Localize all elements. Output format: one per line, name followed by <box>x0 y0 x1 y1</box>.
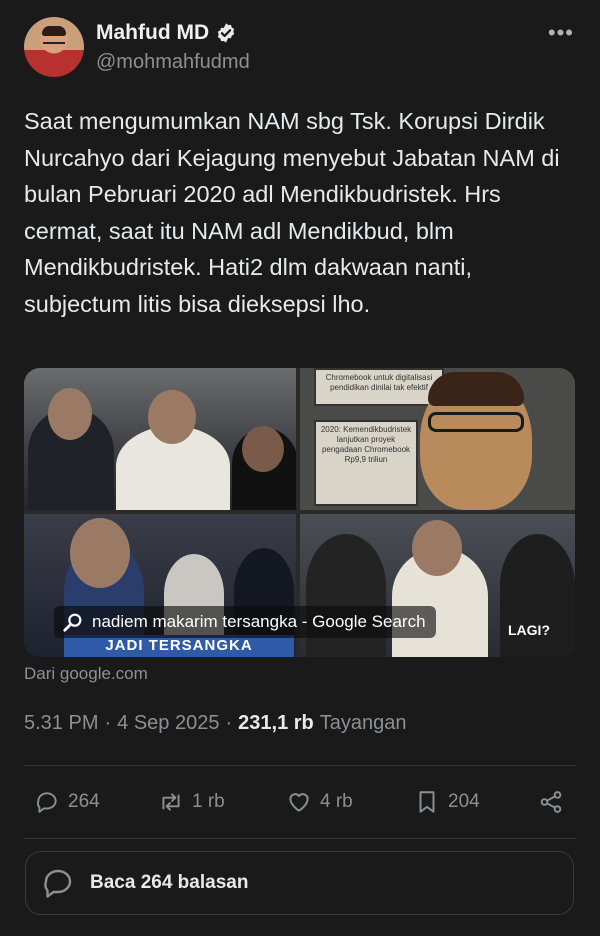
author-avatar[interactable] <box>24 17 84 77</box>
meta-separator: · <box>104 712 112 734</box>
illustrated-face <box>420 372 532 510</box>
repost-icon <box>162 793 180 811</box>
share-button[interactable] <box>538 789 564 815</box>
reply-icon <box>36 792 57 813</box>
search-chip[interactable]: nadiem makarim tersangka - Google Search <box>54 606 436 638</box>
bookmark-count: 204 <box>448 791 480 812</box>
figure <box>306 534 386 657</box>
meta-separator: · <box>225 712 233 734</box>
verified-icon <box>217 23 235 43</box>
link-source[interactable]: Dari google.com <box>24 664 148 684</box>
figure-head <box>70 518 130 588</box>
share-icon <box>540 791 562 813</box>
banner-text: JADI TERSANGKA <box>64 635 294 657</box>
repost-button[interactable]: 1 rb <box>158 789 225 815</box>
figure-head <box>48 388 92 440</box>
like-button[interactable]: 4 rb <box>286 789 353 815</box>
bookmark-button[interactable]: 204 <box>414 789 480 815</box>
figure-head <box>412 520 462 576</box>
author-handle[interactable]: @mohmahfudmd <box>96 51 250 74</box>
doc-card-top: Chromebook untuk digitalisasi pendidikan… <box>314 368 444 406</box>
repost-count: 1 rb <box>192 791 225 812</box>
tweet-text: Saat mengumumkan NAM sbg Tsk. Korupsi Di… <box>24 108 560 317</box>
views-count[interactable]: 231,1 rb <box>238 712 314 735</box>
illustrated-glasses <box>428 412 524 432</box>
search-chip-label: nadiem makarim tersangka - Google Search <box>92 612 426 631</box>
author-name[interactable]: Mahfud MD <box>96 21 209 45</box>
divider <box>24 765 576 766</box>
tweet-date[interactable]: 4 Sep 2025 <box>117 712 219 735</box>
avatar-glasses <box>43 42 65 49</box>
reply-count: 264 <box>68 791 100 812</box>
media-card[interactable]: Chromebook untuk digitalisasi pendidikan… <box>24 368 575 657</box>
illustrated-hair <box>428 372 524 406</box>
doc-card-bottom: 2020: Kemendikbudristek lanjutkan proyek… <box>314 420 418 506</box>
avatar-hair <box>42 26 66 36</box>
action-bar: 264 1 rb 4 rb 204 <box>24 782 576 822</box>
read-replies-label: Baca 264 balasan <box>90 872 249 893</box>
views-label: Tayangan <box>319 712 407 734</box>
chat-bubble-icon <box>44 869 72 898</box>
tweet-meta: 5.31 PM · 4 Sep 2025 · 231,1 rb Tayangan <box>24 712 407 735</box>
divider <box>24 838 576 839</box>
tweet-time[interactable]: 5.31 PM <box>24 712 98 735</box>
read-replies-button[interactable]: Baca 264 balasan <box>25 851 574 915</box>
reply-button[interactable]: 264 <box>34 789 100 815</box>
figure-head <box>148 390 196 444</box>
figure-head <box>242 426 284 472</box>
like-count: 4 rb <box>320 791 353 812</box>
overlay-text: LAGI? <box>508 622 550 638</box>
media-tile-1 <box>24 368 296 510</box>
more-icon[interactable]: ••• <box>548 20 574 46</box>
figure <box>500 534 575 657</box>
bookmark-icon <box>419 791 435 813</box>
like-icon <box>289 793 309 812</box>
search-icon <box>63 613 82 632</box>
media-tile-2: Chromebook untuk digitalisasi pendidikan… <box>300 368 575 510</box>
author-name-row: Mahfud MD <box>96 21 237 45</box>
